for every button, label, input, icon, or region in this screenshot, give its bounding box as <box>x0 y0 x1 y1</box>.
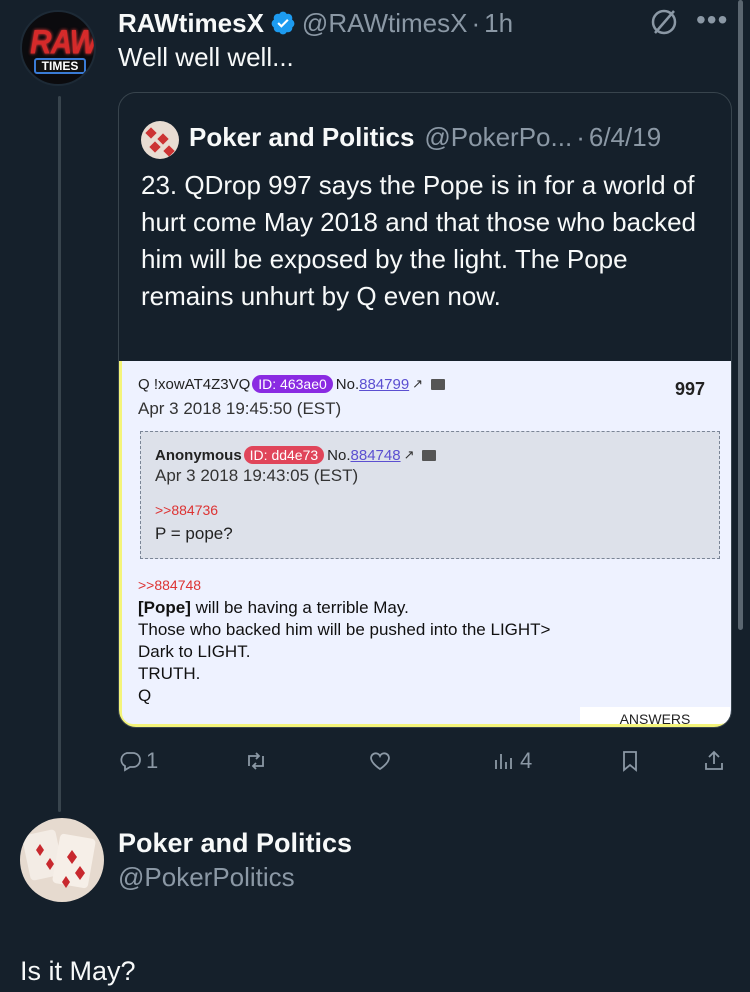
post-meta: Q !xowAT4Z3VQ ID: 463ae0 No. 884799 ↗ <box>138 375 446 393</box>
reply-ref-link: >>884736 <box>155 502 219 518</box>
quoted-tweet-header: Poker and Politics @PokerPo... · 6/4/19 <box>189 119 661 155</box>
grok-icon[interactable] <box>648 6 680 38</box>
main-ref-link: >>884748 <box>138 577 202 593</box>
share-button[interactable] <box>702 744 726 778</box>
views-button[interactable]: 4 <box>492 744 532 778</box>
post-number-link: 884799 <box>359 375 410 393</box>
drop-line-2: Those who backed him will be pushed into… <box>138 620 551 639</box>
bookmark-button[interactable] <box>618 744 642 778</box>
quoted-author-name[interactable]: Poker and Politics <box>189 122 414 153</box>
drop-number: 997 <box>674 379 705 399</box>
reply-date: Apr 3 2018 19:43:05 (EST) <box>155 466 359 485</box>
quoted-author-avatar[interactable] <box>141 121 179 159</box>
external-link-icon: ↗ <box>412 376 424 391</box>
drop-bold-tag: [Pope] <box>138 598 191 617</box>
tweet-time[interactable]: 1h <box>484 8 513 39</box>
separator-dot: · <box>576 121 585 152</box>
views-icon <box>495 754 512 769</box>
reply-tweet-text: Is it May? <box>20 956 136 986</box>
quoted-tweet-date[interactable]: 6/4/19 <box>589 122 661 153</box>
folder-icon <box>431 378 446 390</box>
avatar-logo-raw: RAW <box>30 23 96 62</box>
reply-meta: Anonymous ID: dd4e73 No. 884748 ↗ <box>155 446 437 464</box>
reply-no-prefix: No. <box>327 446 351 464</box>
tweet-text: Well well well... <box>118 42 294 72</box>
tweet-actions: 1 4 <box>118 744 732 778</box>
drop-line-5: Q <box>138 686 152 705</box>
like-button[interactable] <box>368 744 396 778</box>
post-date: Apr 3 2018 19:45:50 (EST) <box>138 399 342 418</box>
verified-badge-icon <box>271 11 295 35</box>
share-icon <box>705 750 723 770</box>
reply-author: Anonymous <box>155 446 242 464</box>
quoted-reply-box: Anonymous ID: dd4e73 No. 884748 ↗ Apr 3 … <box>140 431 720 559</box>
separator-dot: · <box>471 7 481 38</box>
quoted-author-handle[interactable]: @PokerPo... <box>424 122 572 153</box>
reply-number-link: 884748 <box>350 446 401 464</box>
retweet-icon <box>248 752 264 770</box>
reply-id-badge: ID: dd4e73 <box>243 446 325 464</box>
external-link-icon: ↗ <box>403 447 415 462</box>
reply-author-avatar[interactable] <box>20 818 104 902</box>
author-avatar[interactable]: RAW TIMES <box>20 10 96 86</box>
author-name[interactable]: RAWtimesX <box>118 8 264 39</box>
drop-line-3: Dark to LIGHT. <box>138 642 251 661</box>
author-handle[interactable]: @RAWtimesX <box>302 8 468 39</box>
thread-line <box>58 96 61 812</box>
tweet-header: RAWtimesX @RAWtimesX · 1h <box>118 6 513 40</box>
quoted-tweet[interactable]: Poker and Politics @PokerPo... · 6/4/19 … <box>118 92 732 728</box>
post-id-badge: ID: 463ae0 <box>252 375 333 393</box>
post-author: Q !xowAT4Z3VQ <box>138 375 251 393</box>
playing-cards-icon <box>22 829 96 889</box>
post-no-prefix: No. <box>335 375 360 393</box>
board-screenshot-image[interactable]: Q !xowAT4Z3VQ ID: 463ae0 No. 884799 ↗ Ap… <box>119 361 731 727</box>
reply-body: P = pope? <box>155 524 233 543</box>
more-icon[interactable]: ••• <box>696 6 730 38</box>
quoted-tweet-text: 23. QDrop 997 says the Pope is in for a … <box>141 170 697 311</box>
answers-label: ANSWERS <box>580 707 730 724</box>
drop-line-1: will be having a terrible May. <box>190 598 409 617</box>
bookmark-icon <box>623 751 637 772</box>
scrollbar[interactable] <box>738 0 743 630</box>
drop-body: [Pope] will be having a terrible May. Th… <box>138 597 550 707</box>
retweet-button[interactable] <box>244 744 272 778</box>
reply-author-name[interactable]: Poker and Politics <box>118 828 352 859</box>
reply-icon <box>120 752 141 772</box>
views-count: 4 <box>520 748 533 773</box>
heart-icon <box>370 752 390 771</box>
drop-line-4: TRUTH. <box>138 664 201 683</box>
reply-author-handle[interactable]: @PokerPolitics <box>118 862 295 893</box>
reply-count: 1 <box>146 748 159 773</box>
reply-button[interactable]: 1 <box>118 744 158 778</box>
folder-icon <box>422 449 437 461</box>
avatar-logo-times: TIMES <box>34 58 86 74</box>
